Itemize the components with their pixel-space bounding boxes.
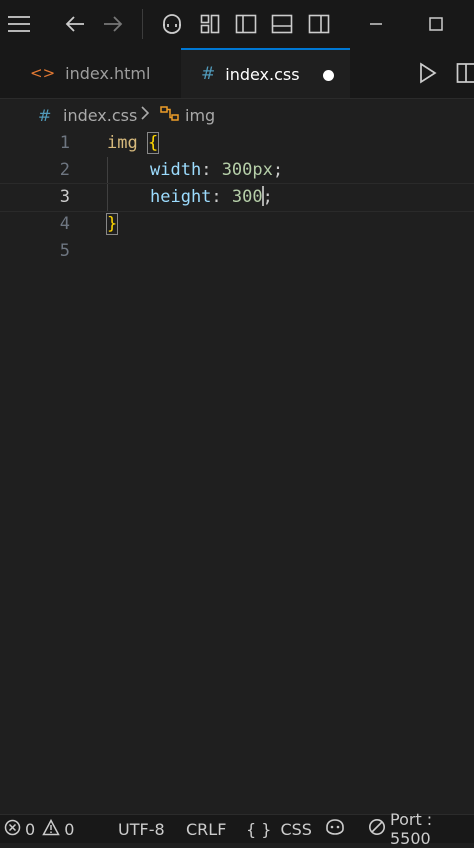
tab-label: index.css [225, 65, 299, 84]
copilot-status[interactable] [325, 815, 345, 843]
split-editor-icon[interactable] [456, 62, 474, 84]
title-bar [0, 0, 474, 48]
no-entry-icon [368, 818, 386, 840]
maximize-icon[interactable] [424, 12, 448, 36]
css-property: width [150, 160, 201, 180]
toggle-primary-sidebar-icon[interactable] [234, 12, 258, 36]
line-number: 1 [30, 130, 70, 157]
code-line[interactable]: 5 [0, 238, 474, 265]
error-icon [4, 819, 21, 840]
symbol-class-icon [160, 105, 180, 127]
eol-label: CRLF [186, 820, 226, 839]
css-value: 300 [232, 187, 263, 207]
colon: : [211, 187, 221, 207]
eol-indicator[interactable]: CRLF [186, 815, 226, 843]
breadcrumb-symbol[interactable]: img [185, 106, 215, 125]
toggle-secondary-sidebar-icon[interactable] [307, 12, 331, 36]
problems-indicator[interactable]: 0 0 [4, 815, 74, 843]
breadcrumb: # index.css img [0, 100, 474, 130]
line-number: 5 [30, 238, 70, 265]
customize-layout-icon[interactable] [198, 12, 222, 36]
braces-icon: { } [246, 820, 271, 839]
editor-tab-bar: <> index.html # index.css [0, 48, 474, 99]
encoding-label: UTF-8 [118, 820, 165, 839]
css-property: height [150, 187, 211, 207]
error-count: 0 [25, 820, 35, 839]
chevron-right-icon [140, 105, 150, 125]
css-value: 300px [222, 160, 273, 180]
copilot-icon [325, 818, 345, 840]
open-brace: { [148, 133, 158, 153]
language-label: CSS [280, 820, 311, 839]
code-line[interactable]: 4 } [0, 211, 474, 238]
line-number: 3 [30, 184, 70, 211]
copilot-icon[interactable] [160, 12, 184, 36]
html-file-icon: <> [30, 64, 55, 82]
run-play-icon[interactable] [418, 62, 440, 84]
title-separator [142, 9, 143, 39]
tab-index-html[interactable]: <> index.html [10, 48, 180, 98]
code-line[interactable]: 1 img { [0, 130, 474, 157]
tab-index-css[interactable]: # index.css [181, 48, 350, 98]
code-editor[interactable]: 1 img { 2 width: 300px; 3 height: 300; 4… [0, 130, 474, 810]
semicolon: ; [263, 187, 273, 207]
warning-icon [42, 819, 60, 840]
line-number: 2 [30, 157, 70, 184]
menu-icon[interactable] [6, 12, 32, 36]
warning-count: 0 [64, 820, 74, 839]
close-brace: } [107, 214, 117, 234]
colon: : [201, 160, 211, 180]
css-file-icon: # [201, 64, 215, 84]
minimize-icon[interactable] [364, 12, 388, 36]
live-server-port[interactable]: Port : 5500 [368, 815, 474, 843]
unsaved-changes-dot-icon[interactable] [323, 70, 334, 81]
forward-arrow-icon[interactable] [101, 12, 125, 36]
semicolon: ; [273, 160, 283, 180]
css-selector: img [107, 133, 138, 153]
code-line-current[interactable]: 3 height: 300; [0, 183, 474, 212]
language-mode-indicator[interactable]: { } CSS [246, 815, 312, 843]
back-arrow-icon[interactable] [63, 12, 87, 36]
breadcrumb-file[interactable]: index.css [63, 106, 137, 125]
status-bar: 0 0 UTF-8 CRLF { } CSS Port : 5500 [0, 814, 474, 843]
port-label: Port : 5500 [390, 810, 474, 848]
css-file-icon: # [38, 106, 51, 125]
encoding-indicator[interactable]: UTF-8 [118, 815, 165, 843]
line-number: 4 [30, 211, 70, 238]
tab-label: index.html [65, 64, 150, 83]
toggle-panel-icon[interactable] [270, 12, 294, 36]
code-line[interactable]: 2 width: 300px; [0, 157, 474, 184]
